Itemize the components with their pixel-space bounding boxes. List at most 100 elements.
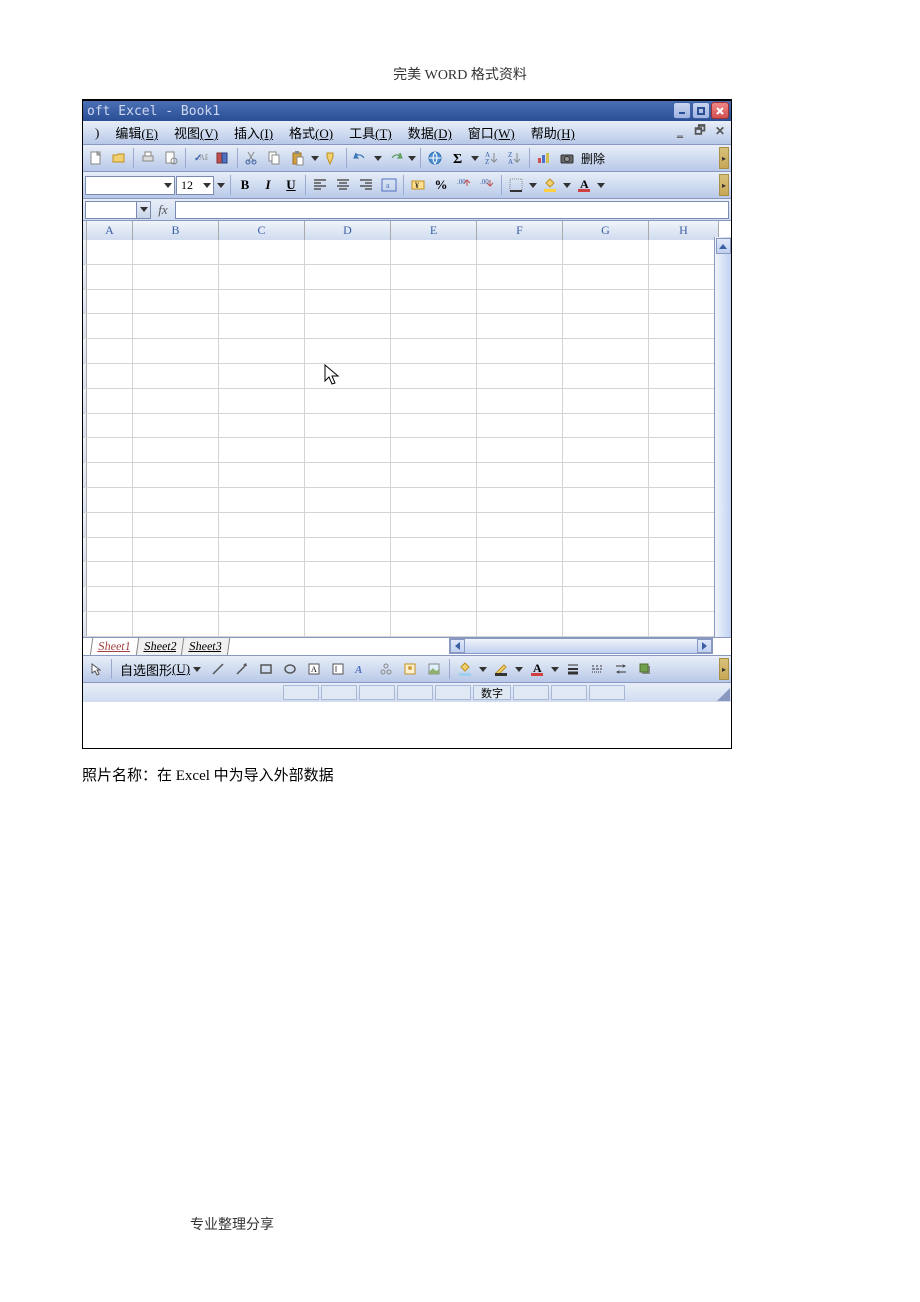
cell[interactable]: [305, 389, 391, 413]
menu-data[interactable]: 数据(D): [400, 121, 460, 144]
draw-line-dropdown[interactable]: [514, 658, 524, 680]
cell[interactable]: [391, 513, 477, 537]
cell[interactable]: [133, 463, 219, 487]
cell[interactable]: [133, 414, 219, 438]
cell[interactable]: [133, 339, 219, 363]
cell[interactable]: [87, 612, 133, 636]
cell[interactable]: [649, 290, 719, 314]
decrease-decimal-icon[interactable]: .00: [476, 174, 498, 196]
cell[interactable]: [477, 488, 563, 512]
cell[interactable]: [391, 364, 477, 388]
cell[interactable]: [133, 290, 219, 314]
draw-font-color-icon[interactable]: A: [526, 658, 548, 680]
menu-edit[interactable]: 编辑(E): [107, 121, 166, 144]
cell[interactable]: [305, 612, 391, 636]
column-header-E[interactable]: E: [391, 221, 477, 240]
horizontal-scrollbar[interactable]: [449, 638, 713, 654]
clipart-icon[interactable]: [399, 658, 421, 680]
new-icon[interactable]: [85, 147, 107, 169]
spellcheck-icon[interactable]: ✓ABC: [189, 147, 211, 169]
cell[interactable]: [563, 438, 649, 462]
maximize-button[interactable]: [692, 102, 710, 119]
format-painter-icon[interactable]: [321, 147, 343, 169]
doc-close-button[interactable]: ✕: [713, 124, 727, 138]
cell[interactable]: [219, 265, 305, 289]
cell[interactable]: [133, 538, 219, 562]
menu-window[interactable]: 窗口(W): [460, 121, 523, 144]
scroll-left-button[interactable]: [450, 639, 465, 653]
cell[interactable]: [305, 438, 391, 462]
line-icon[interactable]: [207, 658, 229, 680]
cell[interactable]: [563, 314, 649, 338]
cell[interactable]: [391, 562, 477, 586]
cell[interactable]: [477, 438, 563, 462]
cell[interactable]: [219, 339, 305, 363]
cell[interactable]: [477, 389, 563, 413]
cell[interactable]: [391, 438, 477, 462]
resize-grip-icon[interactable]: [716, 687, 730, 701]
doc-minimize-button[interactable]: ‗: [673, 124, 687, 138]
cell[interactable]: [133, 240, 219, 264]
name-box-dropdown[interactable]: [136, 202, 150, 218]
cell[interactable]: [305, 265, 391, 289]
redo-dropdown[interactable]: [407, 147, 417, 169]
cell[interactable]: [563, 240, 649, 264]
sheet-tab-sheet2[interactable]: Sheet2: [135, 638, 184, 656]
minimize-button[interactable]: [673, 102, 691, 119]
menu-format[interactable]: 格式(O): [281, 121, 341, 144]
cell[interactable]: [563, 265, 649, 289]
merge-center-icon[interactable]: a: [378, 174, 400, 196]
cell[interactable]: [305, 290, 391, 314]
cell[interactable]: [649, 389, 719, 413]
cell[interactable]: [391, 587, 477, 611]
cell[interactable]: [133, 488, 219, 512]
cell[interactable]: [87, 240, 133, 264]
cell[interactable]: [219, 562, 305, 586]
cell[interactable]: [563, 612, 649, 636]
cell[interactable]: [305, 414, 391, 438]
delete-button[interactable]: 删除: [579, 150, 607, 167]
sort-desc-icon[interactable]: ZA: [504, 147, 526, 169]
cell[interactable]: [305, 240, 391, 264]
align-right-icon[interactable]: [355, 174, 377, 196]
name-box[interactable]: [85, 201, 151, 219]
fontcolor-dropdown[interactable]: [596, 174, 606, 196]
undo-icon[interactable]: [350, 147, 372, 169]
cell[interactable]: [649, 463, 719, 487]
cell[interactable]: [305, 488, 391, 512]
percent-icon[interactable]: %: [430, 174, 452, 196]
font-color-icon[interactable]: A: [573, 174, 595, 196]
vertical-textbox-icon[interactable]: [327, 658, 349, 680]
cell[interactable]: [649, 314, 719, 338]
cell[interactable]: [477, 290, 563, 314]
cell[interactable]: [563, 562, 649, 586]
grid-body[interactable]: [83, 240, 731, 637]
formula-input[interactable]: [175, 201, 729, 219]
cell[interactable]: [649, 364, 719, 388]
cell[interactable]: [649, 414, 719, 438]
cell[interactable]: [133, 314, 219, 338]
cell[interactable]: [563, 364, 649, 388]
camera-icon[interactable]: [556, 147, 578, 169]
menu-insert[interactable]: 插入(I): [226, 121, 281, 144]
wordart-icon[interactable]: A: [351, 658, 373, 680]
cell[interactable]: [219, 587, 305, 611]
cell[interactable]: [305, 562, 391, 586]
column-header-B[interactable]: B: [133, 221, 219, 240]
column-header-F[interactable]: F: [477, 221, 563, 240]
oval-icon[interactable]: [279, 658, 301, 680]
cell[interactable]: [219, 240, 305, 264]
currency-icon[interactable]: ¥: [407, 174, 429, 196]
cell[interactable]: [477, 339, 563, 363]
rectangle-icon[interactable]: [255, 658, 277, 680]
fill-color-icon[interactable]: [539, 174, 561, 196]
scroll-right-button[interactable]: [697, 639, 712, 653]
cell[interactable]: [391, 290, 477, 314]
redo-icon[interactable]: [384, 147, 406, 169]
column-header-G[interactable]: G: [563, 221, 649, 240]
draw-line-color-icon[interactable]: [490, 658, 512, 680]
cell[interactable]: [219, 314, 305, 338]
cell[interactable]: [133, 438, 219, 462]
font-name-dropdown[interactable]: [85, 176, 175, 195]
cell[interactable]: [649, 265, 719, 289]
